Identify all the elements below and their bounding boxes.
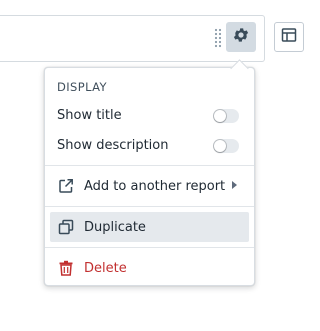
duplicate-label: Duplicate xyxy=(84,219,146,235)
show-title-label: Show title xyxy=(57,107,122,123)
duplicate-icon xyxy=(57,218,75,236)
show-description-row[interactable]: Show description xyxy=(50,130,249,160)
settings-menu: DISPLAY Show title Show description Add … xyxy=(44,67,255,286)
add-to-report-item[interactable]: Add to another report xyxy=(50,171,249,201)
menu-section-header: DISPLAY xyxy=(57,80,107,94)
trash-icon xyxy=(57,259,75,277)
delete-item[interactable]: Delete xyxy=(50,253,249,283)
add-to-report-label: Add to another report xyxy=(84,178,226,194)
show-title-row[interactable]: Show title xyxy=(50,100,249,130)
menu-divider xyxy=(45,247,254,248)
menu-divider xyxy=(45,165,254,166)
share-icon xyxy=(57,177,75,195)
duplicate-item[interactable]: Duplicate xyxy=(50,212,249,242)
show-description-toggle[interactable] xyxy=(213,139,239,153)
show-description-label: Show description xyxy=(57,137,169,153)
submenu-caret-icon xyxy=(232,181,237,189)
gear-icon xyxy=(232,26,250,48)
show-title-toggle[interactable] xyxy=(213,109,239,123)
settings-button[interactable] xyxy=(226,22,256,52)
delete-label: Delete xyxy=(84,260,127,276)
layout-panel-icon xyxy=(281,27,297,47)
drag-handle-icon[interactable] xyxy=(212,24,224,51)
layout-button[interactable] xyxy=(274,22,304,52)
menu-divider xyxy=(45,206,254,207)
